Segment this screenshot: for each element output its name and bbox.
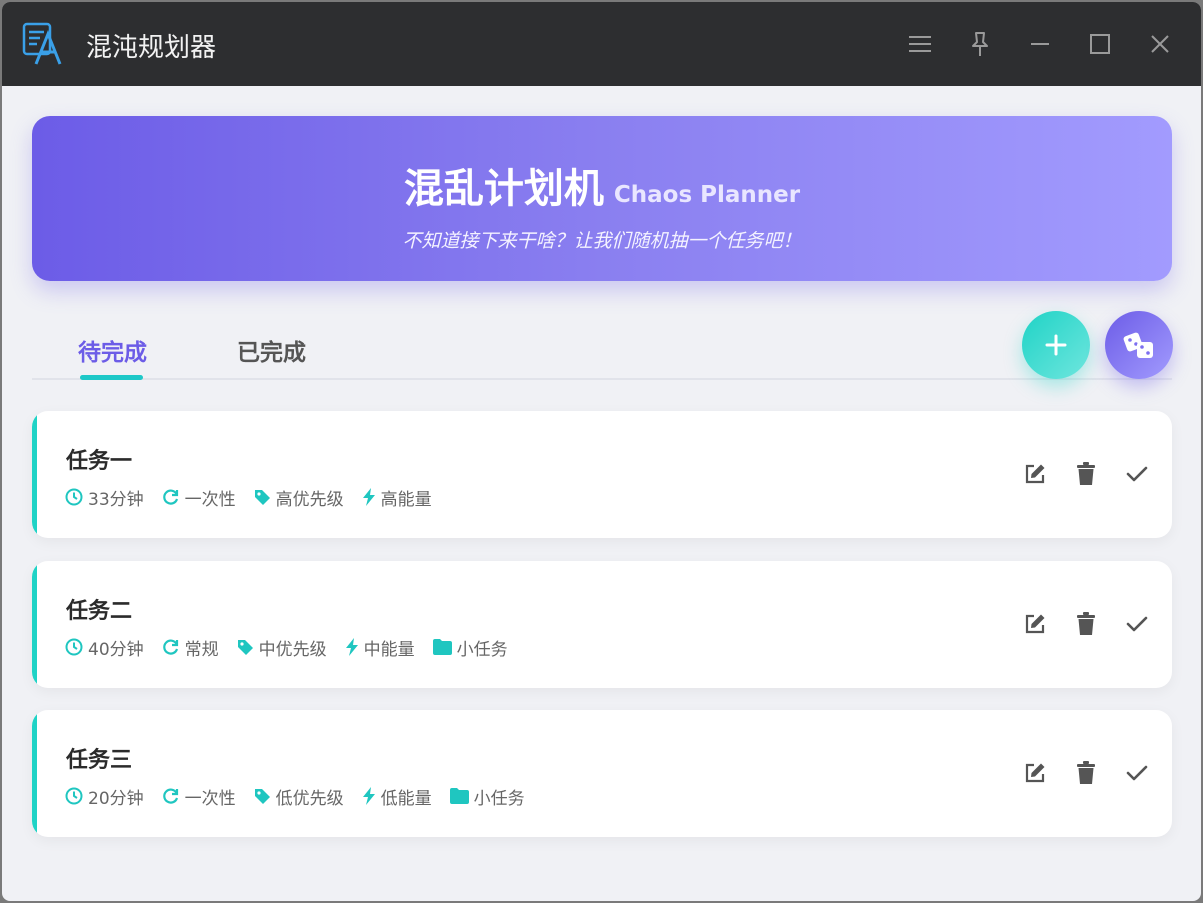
close-icon[interactable] bbox=[1146, 30, 1174, 58]
menu-icon[interactable] bbox=[906, 30, 934, 58]
energy-text: 低能量 bbox=[380, 788, 432, 809]
energy-meta: 低能量 bbox=[362, 784, 432, 809]
folder-meta: 小任务 bbox=[432, 635, 508, 660]
complete-button[interactable] bbox=[1122, 758, 1152, 788]
delete-button[interactable] bbox=[1071, 459, 1101, 489]
task-accent-bar bbox=[32, 710, 37, 837]
dice-icon bbox=[1123, 332, 1153, 358]
task-meta: 40分钟 常规 中优先级 中能量 小任务 bbox=[65, 634, 526, 660]
task-card[interactable]: 任务二 40分钟 常规 中优先级 中能量 小任务 bbox=[32, 561, 1172, 688]
task-actions bbox=[999, 609, 1152, 639]
random-task-button[interactable] bbox=[1105, 311, 1173, 379]
trash-icon bbox=[1077, 761, 1095, 784]
edit-button[interactable] bbox=[1020, 609, 1050, 639]
tab-pending[interactable]: 待完成 bbox=[78, 333, 147, 367]
task-accent-bar bbox=[32, 411, 37, 538]
edit-button[interactable] bbox=[1020, 459, 1050, 489]
delete-button[interactable] bbox=[1071, 758, 1101, 788]
complete-button[interactable] bbox=[1122, 609, 1152, 639]
task-meta: 20分钟 一次性 低优先级 低能量 小任务 bbox=[65, 783, 543, 809]
complete-button[interactable] bbox=[1122, 459, 1152, 489]
edit-icon bbox=[1025, 614, 1045, 634]
folder-icon bbox=[432, 639, 452, 655]
task-title: 任务一 bbox=[66, 449, 133, 474]
trash-icon bbox=[1077, 612, 1095, 635]
task-actions bbox=[999, 459, 1152, 489]
duration-text: 40分钟 bbox=[88, 639, 144, 660]
priority-meta: 中优先级 bbox=[237, 635, 327, 660]
type-meta: 一次性 bbox=[162, 485, 236, 510]
repeat-icon bbox=[162, 489, 178, 505]
task-card[interactable]: 任务三 20分钟 一次性 低优先级 低能量 小任务 bbox=[32, 710, 1172, 837]
maximize-icon[interactable] bbox=[1086, 30, 1114, 58]
check-icon bbox=[1126, 616, 1148, 632]
duration-text: 33分钟 bbox=[88, 489, 144, 510]
energy-text: 高能量 bbox=[380, 489, 432, 510]
hero-title: 混乱计划机 bbox=[403, 166, 604, 212]
folder-icon bbox=[449, 788, 469, 804]
type-text: 一次性 bbox=[184, 489, 236, 510]
minimize-icon[interactable] bbox=[1026, 30, 1054, 58]
task-accent-bar bbox=[32, 561, 37, 688]
delete-button[interactable] bbox=[1071, 609, 1101, 639]
task-actions bbox=[999, 758, 1152, 788]
clock-icon bbox=[65, 638, 83, 656]
priority-meta: 低优先级 bbox=[254, 784, 344, 809]
trash-icon bbox=[1077, 462, 1095, 485]
bolt-icon bbox=[345, 638, 358, 656]
energy-text: 中能量 bbox=[363, 639, 415, 660]
task-title: 任务三 bbox=[66, 748, 133, 773]
task-meta: 33分钟 一次性 高优先级 高能量 bbox=[65, 484, 450, 510]
check-icon bbox=[1126, 765, 1148, 781]
type-meta: 常规 bbox=[162, 635, 219, 660]
edit-icon bbox=[1025, 763, 1045, 783]
edit-icon bbox=[1025, 464, 1045, 484]
priority-meta: 高优先级 bbox=[254, 485, 344, 510]
folder-text: 小任务 bbox=[456, 639, 508, 660]
energy-meta: 高能量 bbox=[362, 485, 432, 510]
priority-text: 中优先级 bbox=[258, 639, 327, 660]
pin-icon[interactable] bbox=[966, 30, 994, 58]
clock-icon bbox=[65, 488, 83, 506]
clock-icon bbox=[65, 787, 83, 805]
repeat-icon bbox=[162, 788, 178, 804]
title-bar: 混沌规划器 bbox=[2, 2, 1201, 86]
hero-banner: 混乱计划机 Chaos Planner 不知道接下来干啥？让我们随机抽一个任务吧！ bbox=[32, 116, 1172, 281]
add-task-button[interactable] bbox=[1022, 311, 1090, 379]
tag-icon bbox=[254, 489, 270, 505]
hero-subtitle: Chaos Planner bbox=[613, 182, 801, 208]
folder-meta: 小任务 bbox=[449, 784, 525, 809]
priority-text: 低优先级 bbox=[275, 788, 344, 809]
type-text: 常规 bbox=[184, 639, 219, 660]
hero-tagline: 不知道接下来干啥？让我们随机抽一个任务吧！ bbox=[402, 230, 802, 252]
window-title: 混沌规划器 bbox=[86, 33, 217, 63]
repeat-icon bbox=[162, 639, 178, 655]
app-logo-icon bbox=[22, 22, 62, 65]
priority-text: 高优先级 bbox=[275, 489, 344, 510]
edit-button[interactable] bbox=[1020, 758, 1050, 788]
tag-icon bbox=[254, 788, 270, 804]
type-meta: 一次性 bbox=[162, 784, 236, 809]
check-icon bbox=[1126, 466, 1148, 482]
duration-meta: 33分钟 bbox=[65, 485, 144, 510]
task-title: 任务二 bbox=[66, 599, 133, 624]
task-card[interactable]: 任务一 33分钟 一次性 高优先级 高能量 bbox=[32, 411, 1172, 538]
folder-text: 小任务 bbox=[473, 788, 525, 809]
tag-icon bbox=[237, 639, 253, 655]
type-text: 一次性 bbox=[184, 788, 236, 809]
plus-icon bbox=[1045, 334, 1067, 356]
duration-meta: 20分钟 bbox=[65, 784, 144, 809]
energy-meta: 中能量 bbox=[345, 635, 415, 660]
app-window: 混沌规划器 混乱计划机 Chaos Planner 不知道接下来干啥？让我们随机抽… bbox=[2, 2, 1201, 901]
bolt-icon bbox=[362, 488, 375, 506]
tabs-divider bbox=[32, 378, 1172, 380]
duration-text: 20分钟 bbox=[88, 788, 144, 809]
duration-meta: 40分钟 bbox=[65, 635, 144, 660]
active-tab-indicator bbox=[80, 375, 143, 380]
bolt-icon bbox=[362, 787, 375, 805]
tab-completed[interactable]: 已完成 bbox=[237, 333, 306, 367]
